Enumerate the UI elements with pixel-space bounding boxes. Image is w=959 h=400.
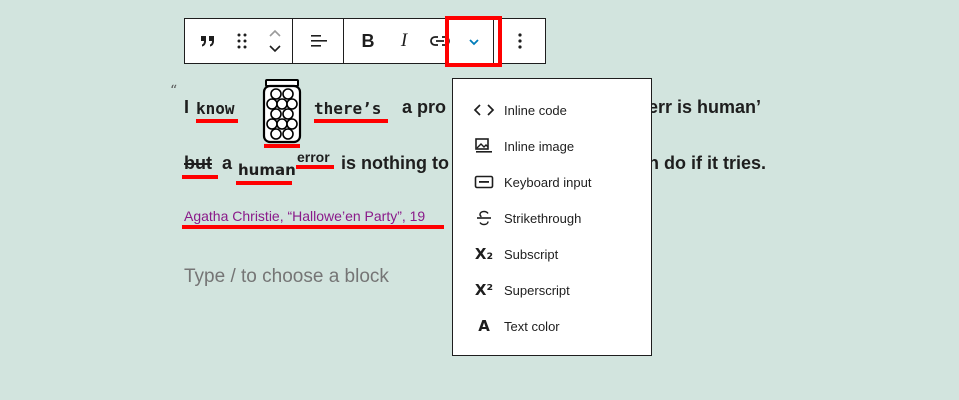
block-placeholder[interactable]: Type / to choose a block	[184, 266, 389, 288]
text-is-nothing-to: is nothing to	[341, 153, 449, 173]
strikethrough-icon	[472, 206, 496, 230]
text-do-if-it-tries: n do if it tries.	[648, 153, 767, 173]
superscript-icon: X²	[474, 281, 494, 299]
word-but-strikethrough: but	[184, 153, 212, 173]
move-up-down-icon	[269, 29, 281, 53]
menu-item-subscript[interactable]: X₂ Subscript	[453, 236, 651, 272]
word-theres-inline-code: there’s	[314, 99, 382, 118]
quote-citation[interactable]: Agatha Christie, “Hallowe’en Party”, 19	[184, 208, 425, 224]
quote-icon	[200, 36, 214, 47]
image-icon	[472, 134, 496, 158]
red-underline	[236, 181, 292, 185]
chevron-down-icon	[468, 38, 479, 45]
word-error-superscript: error	[297, 149, 330, 165]
align-left-icon	[311, 35, 327, 47]
drag-handle-button[interactable]	[225, 19, 259, 63]
word-i: I	[184, 97, 190, 117]
word-know-inline-code: know	[196, 99, 235, 118]
menu-item-inline-image[interactable]: Inline image	[453, 128, 651, 164]
red-underline	[182, 225, 444, 229]
red-underline	[314, 119, 388, 123]
bold-button[interactable]: B	[350, 19, 386, 63]
menu-item-superscript[interactable]: X² Superscript	[453, 272, 651, 308]
red-underline	[296, 165, 334, 169]
keyboard-icon	[472, 170, 496, 194]
text-color-icon: A	[478, 317, 490, 335]
code-icon	[472, 98, 496, 122]
options-button[interactable]	[502, 19, 538, 63]
rich-text-dropdown-menu: Inline code Inline image Keyboard input …	[452, 78, 652, 356]
align-group	[293, 19, 344, 63]
text-a-pro: a pro	[402, 97, 447, 117]
block-type-group	[185, 19, 293, 63]
red-underline	[196, 119, 238, 123]
menu-item-inline-code[interactable]: Inline code	[453, 92, 651, 128]
menu-item-label: Inline image	[504, 138, 575, 154]
menu-item-label: Strikethrough	[504, 210, 582, 226]
subscript-icon: X₂	[474, 245, 494, 263]
move-up-down-button[interactable]	[258, 19, 292, 63]
jar-inline-image	[262, 79, 302, 148]
italic-button[interactable]: I	[386, 19, 422, 63]
menu-item-label: Text color	[504, 318, 560, 334]
menu-item-keyboard-input[interactable]: Keyboard input	[453, 164, 651, 200]
menu-item-label: Subscript	[504, 246, 559, 262]
more-rich-text-controls-button[interactable]	[445, 16, 502, 67]
align-button[interactable]	[300, 19, 336, 63]
quote-block-button[interactable]	[191, 19, 225, 63]
word-human-keyboard-input: human	[238, 161, 296, 179]
menu-item-text-color[interactable]: A Text color	[453, 308, 651, 344]
text-err-is-human: err is human’	[648, 97, 762, 117]
more-options-icon	[517, 33, 522, 49]
menu-item-label: Superscript	[504, 282, 570, 298]
drag-handle-icon	[237, 33, 246, 49]
menu-item-strikethrough[interactable]: Strikethrough	[453, 200, 651, 236]
menu-item-label: Inline code	[504, 102, 567, 118]
menu-item-label: Keyboard input	[504, 174, 592, 190]
red-underline	[182, 175, 218, 179]
quote-mark: “	[170, 83, 178, 99]
word-a: a	[222, 153, 233, 173]
